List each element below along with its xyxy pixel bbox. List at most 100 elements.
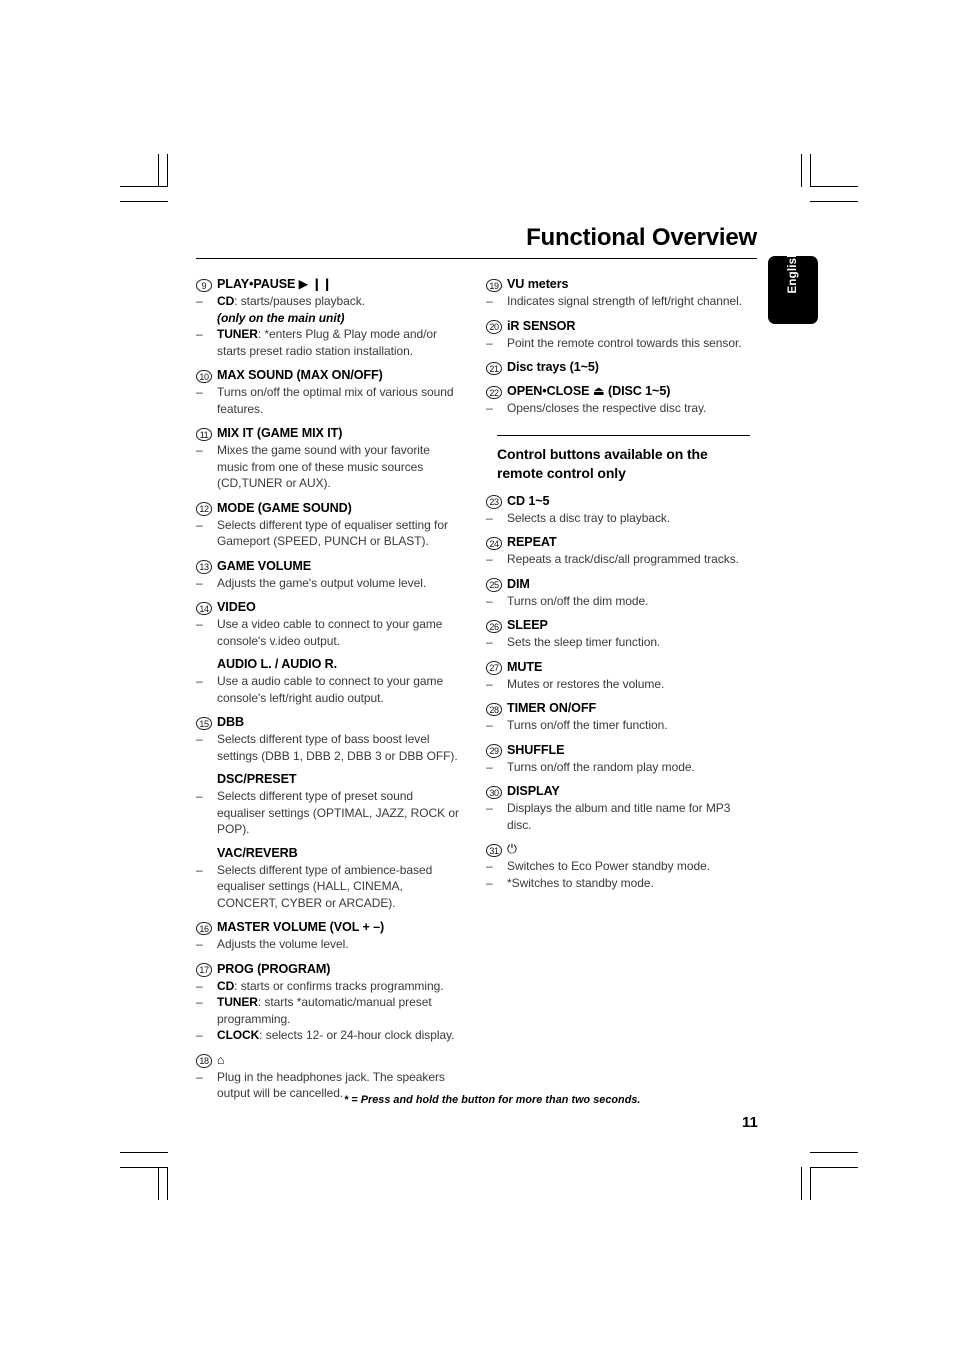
description-line: (only on the main unit) xyxy=(196,310,461,327)
language-tab-label: English xyxy=(787,250,799,294)
description-text: Selects a disc tray to playback. xyxy=(507,510,670,527)
description-line: – Turns on/off the random play mode. xyxy=(486,759,751,776)
function-entry: 12 MODE (GAME SOUND) – Selects different ty… xyxy=(196,500,461,550)
bullet-dash: – xyxy=(486,294,493,308)
callout-number: 24 xyxy=(486,536,502,551)
page-title: Functional Overview xyxy=(526,224,757,251)
description-text: Turns on/off the timer function. xyxy=(507,717,668,734)
description-body: Turns on/off the dim mode. xyxy=(507,593,649,608)
description-body: Mixes the game sound with your favorite … xyxy=(217,443,430,490)
description-text: Adjusts the game's output volume level. xyxy=(217,575,426,592)
description-term: TUNER xyxy=(217,995,258,1009)
bullet-dash: – xyxy=(196,995,203,1009)
function-subsection-header: AUDIO L. / AUDIO R. xyxy=(196,656,461,672)
description-body: Turns on/off the random play mode. xyxy=(507,759,695,774)
function-label: PLAY•PAUSE ▶ ❙❙ xyxy=(217,276,332,292)
function-label: VU meters xyxy=(507,276,569,292)
description-term: CD xyxy=(217,978,235,993)
function-label: MAX SOUND (MAX ON/OFF) xyxy=(217,367,383,383)
callout-number: 16 xyxy=(196,921,212,935)
description-text: *Switches to standby mode. xyxy=(507,875,654,892)
description-body: Indicates signal strength of left/right … xyxy=(507,294,743,308)
function-label: TIMER ON/OFF xyxy=(507,700,596,716)
function-entry-header: 27 MUTE xyxy=(486,659,751,675)
description-body: Mutes or restores the volume. xyxy=(507,676,665,691)
function-entry-header: 19 VU meters xyxy=(486,276,751,292)
description-line: – Indicates signal strength of left/right… xyxy=(486,293,751,310)
function-entry: 27 MUTE – Mutes or restores the volume. xyxy=(486,659,751,693)
function-label-text: MAX SOUND (MAX ON/OFF) xyxy=(217,368,383,382)
description-line: – CD: starts or confirms tracks programmi… xyxy=(196,978,461,995)
power-standby-icon: ⏻ xyxy=(507,842,517,857)
description-body: Turns on/off the optimal mix of various … xyxy=(217,385,454,416)
callout-number: 25 xyxy=(486,578,502,592)
description-line: – Opens/closes the respective disc tray. xyxy=(486,400,751,417)
function-label: PROG (PROGRAM) xyxy=(217,961,330,977)
function-entry: 31 ⏻ – Switches to Eco Power standby mode. –… xyxy=(486,841,751,891)
description-text: Adjusts the volume level. xyxy=(217,936,349,953)
description-line: – Mixes the game sound with your favorite… xyxy=(196,442,461,492)
function-entry: 26 SLEEP – Sets the sleep timer function. xyxy=(486,617,751,651)
description-line: – CLOCK: selects 12- or 24-hour clock dis… xyxy=(196,1027,461,1044)
description-line: – TUNER: starts *automatic/manual preset … xyxy=(196,994,461,1027)
callout-number: 30 xyxy=(486,785,502,800)
description-line: – Use a video cable to connect to your ga… xyxy=(196,616,461,649)
description-text: Turns on/off the random play mode. xyxy=(507,759,695,776)
function-entry-header: 26 SLEEP xyxy=(486,617,751,634)
callout-number: 20 xyxy=(486,320,502,334)
description-line: – Adjusts the game's output volume level. xyxy=(196,575,461,592)
description-body: Selects different type of bass boost lev… xyxy=(217,732,458,763)
description-text: TUNER: *enters Plug & Play mode and/or s… xyxy=(217,326,461,359)
description-text: Turns on/off the dim mode. xyxy=(507,593,649,610)
function-label-text: VIDEO xyxy=(217,600,256,614)
function-subsection-header: DSC/PRESET xyxy=(196,771,461,787)
bullet-dash: – xyxy=(196,789,203,803)
function-entry: 25 DIM – Turns on/off the dim mode. xyxy=(486,576,751,610)
function-label: VIDEO xyxy=(217,599,256,615)
bullet-dash: – xyxy=(196,617,203,631)
description-line: – Turns on/off the timer function. xyxy=(486,717,751,734)
callout-number: 19 xyxy=(486,278,502,292)
function-entry-header: 31 ⏻ xyxy=(486,841,751,858)
description-text: Indicates signal strength of left/right … xyxy=(507,293,742,310)
description-body: Adjusts the game's output volume level. xyxy=(217,575,427,590)
function-label-text: iR SENSOR xyxy=(507,318,576,333)
function-label: MIX IT (GAME MIX IT) xyxy=(217,425,342,441)
function-subsection-header: VAC/REVERB xyxy=(196,845,461,861)
description-line: – Selects different type of bass boost le… xyxy=(196,731,461,764)
function-label: Disc trays (1~5) xyxy=(507,359,599,375)
function-label: REPEAT xyxy=(507,534,557,550)
function-entry: 15 DBB – Selects different type of bass boo… xyxy=(196,714,461,911)
function-label: SHUFFLE xyxy=(507,742,564,758)
function-entry: 20 iR SENSOR – Point the remote control tow… xyxy=(486,318,751,352)
description-line: – Selects different type of preset sound … xyxy=(196,788,461,838)
right-column: 19 VU meters – Indicates signal strength of… xyxy=(486,276,751,899)
description-body: Repeats a track/disc/all programmed trac… xyxy=(507,552,739,567)
callout-number: 21 xyxy=(486,361,502,375)
function-entry-header: 30 DISPLAY xyxy=(486,783,751,800)
function-entry-header: 10 MAX SOUND (MAX ON/OFF) xyxy=(196,367,461,383)
function-label: DIM xyxy=(507,576,530,592)
bullet-dash: – xyxy=(196,385,203,399)
function-entry-header: 24 REPEAT xyxy=(486,534,751,551)
callout-number: 27 xyxy=(486,661,502,675)
function-entry: 23 CD 1~5– Selects a disc tray to playback… xyxy=(486,493,751,527)
function-entry-header: 14 VIDEO xyxy=(196,599,461,615)
function-entry: 9 PLAY•PAUSE ▶ ❙❙ – CD: starts/pauses playb… xyxy=(196,276,461,359)
callout-number: 14 xyxy=(196,601,212,615)
description-body: Use a video cable to connect to your gam… xyxy=(217,617,443,648)
function-label-text: DISPLAY xyxy=(507,784,560,799)
description-line: – Turns on/off the dim mode. xyxy=(486,593,751,610)
description-line: – Repeats a track/disc/all programmed tra… xyxy=(486,551,751,568)
description-body: : selects 12- or 24-hour clock display. xyxy=(259,1028,455,1042)
function-label: ⏻ xyxy=(507,841,517,857)
bullet-dash: – xyxy=(486,801,493,816)
function-entry: 14 VIDEO – Use a video cable to connect to … xyxy=(196,599,461,706)
section-heading: Control buttons available on the remote … xyxy=(497,445,708,481)
function-symbol-icon: ⏏ xyxy=(589,384,605,398)
page-number: 11 xyxy=(742,1114,758,1131)
description-text: Use a audio cable to connect to your gam… xyxy=(217,673,461,706)
description-text: Selects different type of preset sound e… xyxy=(217,788,461,838)
description-line: – CD: starts/pauses playback. xyxy=(196,293,461,310)
description-term: CLOCK xyxy=(217,1028,260,1042)
